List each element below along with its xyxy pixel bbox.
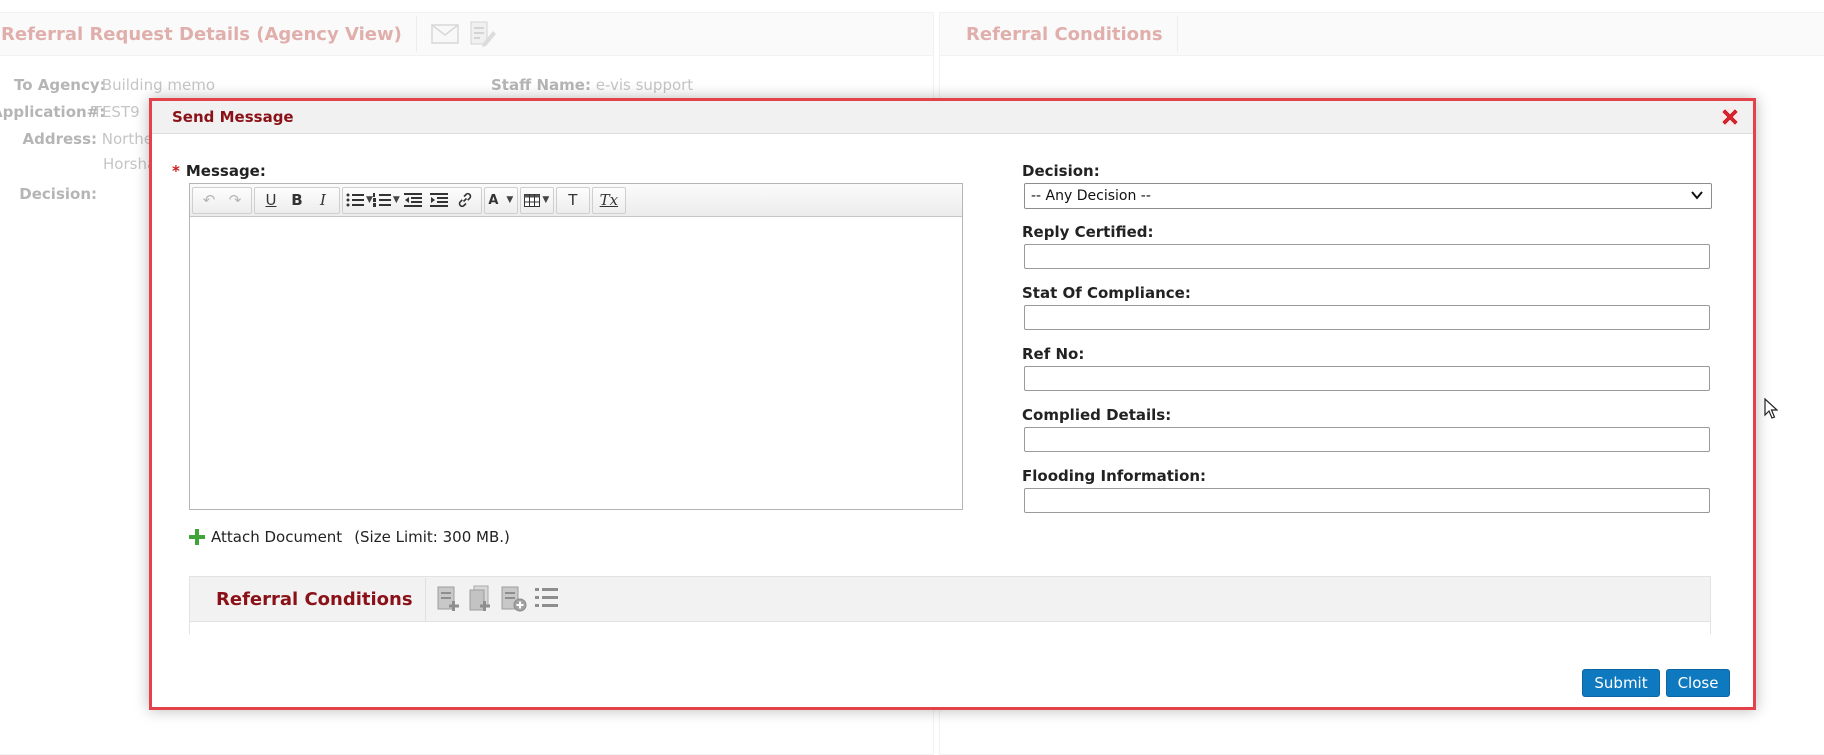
chevron-down-icon: ▼ <box>506 195 514 205</box>
font-color-group: A ▼ <box>483 186 518 214</box>
table-group: ▼ <box>519 186 554 214</box>
decision-select[interactable]: -- Any Decision -- <box>1024 183 1712 209</box>
redo-button[interactable]: ↷ <box>222 188 248 212</box>
template-condition-icon[interactable] <box>500 585 528 613</box>
list-group: ▼ ▼ <box>342 186 482 214</box>
format-group: U B I <box>254 186 340 214</box>
ref-no-label: Ref No: <box>1022 345 1085 363</box>
stat-of-compliance-input[interactable] <box>1024 305 1710 330</box>
chevron-down-icon: ▼ <box>542 195 550 205</box>
clear-format-group: Tx <box>591 186 626 214</box>
close-icon[interactable] <box>1719 106 1741 128</box>
referral-conditions-section: Referral Conditions <box>189 576 1711 634</box>
chevron-down-icon: ▼ <box>392 195 400 205</box>
history-group: ↶ ↷ <box>192 186 252 214</box>
referral-conditions-body <box>190 622 1710 634</box>
message-label: * Message: <box>172 162 266 180</box>
font-color-button[interactable]: A ▼ <box>488 188 514 212</box>
flooding-information-input[interactable] <box>1024 488 1710 513</box>
complied-details-label: Complied Details: <box>1022 406 1172 424</box>
chevron-down-icon <box>1690 188 1704 206</box>
chevron-down-icon: ▼ <box>366 195 373 205</box>
bold-button[interactable]: B <box>284 188 310 212</box>
copy-condition-icon[interactable] <box>468 585 494 613</box>
plus-icon <box>189 529 205 545</box>
italic-button[interactable]: I <box>310 188 336 212</box>
send-message-dialog: Send Message * Message: ↶ ↷ U B I ▼ ▼ A … <box>149 98 1756 710</box>
stat-of-compliance-label: Stat Of Compliance: <box>1022 284 1191 302</box>
required-marker: * <box>172 162 180 180</box>
plain-text-group: T <box>555 186 590 214</box>
numbered-list-button[interactable]: ▼ <box>372 188 400 212</box>
add-condition-icon[interactable] <box>436 585 462 613</box>
complied-details-input[interactable] <box>1024 427 1710 452</box>
referral-conditions-header: Referral Conditions <box>190 577 1710 622</box>
underline-button[interactable]: U <box>258 188 284 212</box>
size-limit-text: (Size Limit: 300 MB.) <box>354 528 510 546</box>
header-divider <box>424 577 426 621</box>
link-icon[interactable] <box>452 188 478 212</box>
dialog-header: Send Message <box>152 101 1753 134</box>
referral-conditions-toolbar <box>436 585 566 613</box>
outdent-button[interactable] <box>400 188 426 212</box>
dialog-title: Send Message <box>172 108 294 126</box>
indent-button[interactable] <box>426 188 452 212</box>
undo-button[interactable]: ↶ <box>196 188 222 212</box>
clear-format-button[interactable]: Tx <box>596 188 622 212</box>
message-textarea[interactable] <box>190 217 962 509</box>
submit-button[interactable]: Submit <box>1582 669 1660 697</box>
close-button[interactable]: Close <box>1666 669 1730 697</box>
message-editor: ↶ ↷ U B I ▼ ▼ A ▼ ▼ T Tx <box>189 183 963 510</box>
reply-certified-input[interactable] <box>1024 244 1710 269</box>
reply-certified-label: Reply Certified: <box>1022 223 1154 241</box>
attach-document-label: Attach Document <box>211 528 343 546</box>
flooding-information-label: Flooding Information: <box>1022 467 1207 485</box>
numbered-list-icon[interactable] <box>534 586 560 612</box>
decision-label: Decision: <box>1022 162 1100 180</box>
ref-no-input[interactable] <box>1024 366 1710 391</box>
table-button[interactable]: ▼ <box>524 188 550 212</box>
referral-conditions-title: Referral Conditions <box>216 588 413 610</box>
editor-toolbar: ↶ ↷ U B I ▼ ▼ A ▼ ▼ T Tx <box>190 184 962 217</box>
bullet-list-button[interactable]: ▼ <box>346 188 373 212</box>
plain-text-button[interactable]: T <box>560 188 586 212</box>
mouse-cursor-icon <box>1764 397 1779 424</box>
attach-document-link[interactable]: Attach Document (Size Limit: 300 MB.) <box>189 528 510 546</box>
